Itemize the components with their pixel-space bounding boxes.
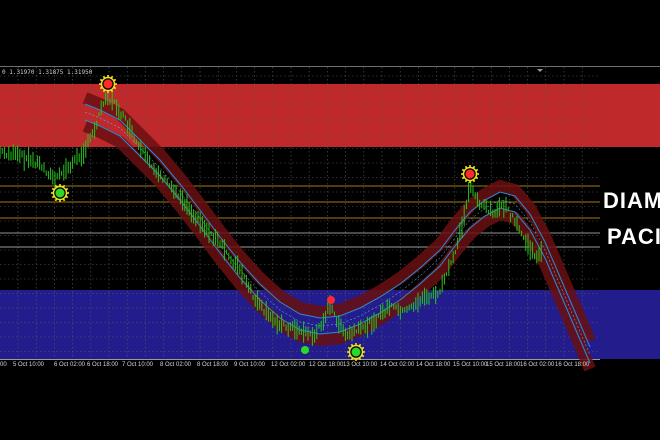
buy-signal-icon [301, 346, 309, 354]
signal-dot [301, 346, 309, 354]
time-axis-label: 15 Oct 10:00 [453, 362, 488, 368]
sell-signal-icon [327, 296, 335, 304]
price-chart[interactable] [0, 0, 660, 440]
time-axis-label: 12 Oct 18:00 [309, 362, 344, 368]
time-axis-label: 12 Oct 02:00 [271, 362, 306, 368]
chart-bottom-border [0, 359, 600, 360]
time-axis-label: 14 Oct 02:00 [380, 362, 415, 368]
brand-title-line2: PACI [607, 224, 660, 249]
chart-shift-marker[interactable] [537, 69, 543, 72]
time-axis-label: 16 Oct 18:00 [555, 362, 590, 368]
time-axis-label: 14 Oct 18:00 [416, 362, 451, 368]
time-axis-label: 8 Oct 02:00 [160, 362, 192, 368]
time-axis-label: 8 Oct 18:00 [197, 362, 229, 368]
time-axis-label: 00 [0, 362, 7, 368]
signal-dot [351, 347, 361, 357]
chart-top-border [0, 66, 660, 67]
signal-dot [465, 169, 475, 179]
sell-signal-icon [461, 165, 479, 183]
signal-dot [103, 79, 113, 89]
time-axis-label: 9 Oct 10:00 [234, 362, 266, 368]
brand-title-line1: DIAM [603, 188, 660, 213]
time-axis-label: 13 Oct 10:00 [343, 362, 378, 368]
time-axis-label: 16 Oct 02:00 [520, 362, 555, 368]
time-axis-label: 6 Oct 18:00 [87, 362, 119, 368]
trading-chart-window: 0 1.31970 1.31875 1.31950 DIAM PACI 00 5 … [0, 0, 660, 440]
signal-dot [55, 188, 65, 198]
signal-dot [327, 296, 335, 304]
buy-signal-icon [51, 184, 69, 202]
time-axis-label: 7 Oct 10:00 [122, 362, 154, 368]
time-axis-label: 15 Oct 18:00 [486, 362, 521, 368]
time-axis-label: 5 Oct 10:00 [13, 362, 45, 368]
ohlc-readout: 0 1.31970 1.31875 1.31950 [2, 69, 93, 76]
time-axis-label: 6 Oct 02:00 [54, 362, 86, 368]
